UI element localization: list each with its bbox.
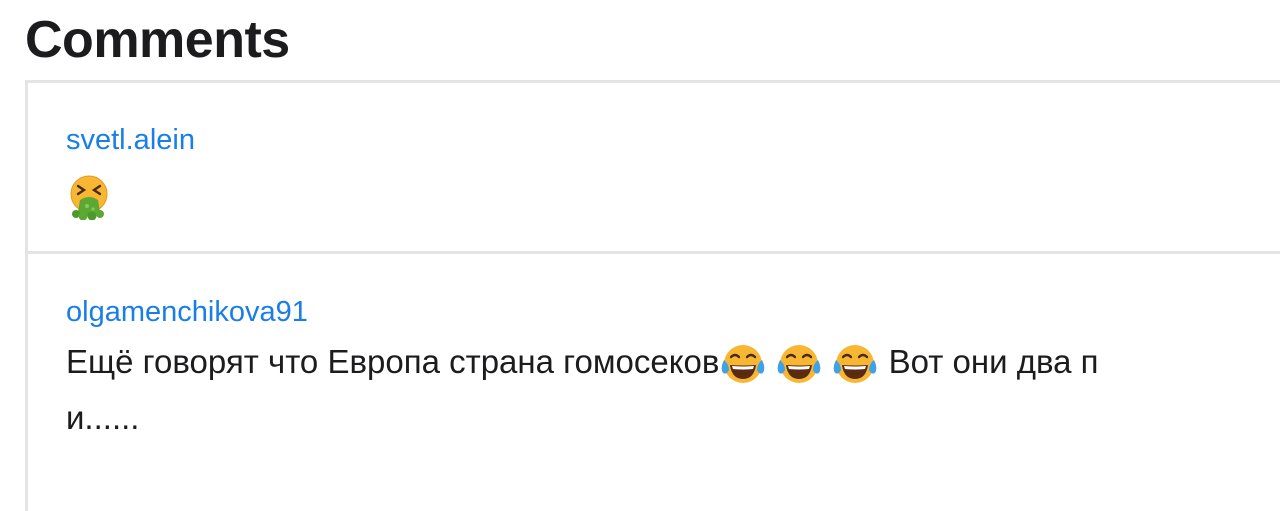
page-title: Comments — [25, 11, 290, 69]
tears-of-joy-icon — [831, 342, 879, 386]
comment-item: olgamenchikova91 Ещё говорят что Европа … — [25, 251, 1280, 511]
comment-body — [66, 167, 1266, 223]
comments-list: svetl.alein olgamenchikova91 Ещё говорят… — [25, 80, 1280, 511]
comment-author-link[interactable]: olgamenchikova91 — [66, 294, 308, 330]
comment-text: Ещё говорят что Европа страна гомосеков — [66, 343, 720, 380]
tears-of-joy-icon — [719, 342, 767, 386]
vomiting-face-icon — [66, 174, 112, 221]
comment-text-line2: и...... — [66, 399, 140, 436]
comment-item: svetl.alein — [25, 80, 1280, 253]
tears-of-joy-icon — [775, 342, 823, 386]
comment-text-continued: Вот они два п — [879, 343, 1099, 380]
comment-author-link[interactable]: svetl.alein — [66, 122, 195, 158]
comment-body: Ещё говорят что Европа страна гомосеков … — [66, 334, 1266, 390]
